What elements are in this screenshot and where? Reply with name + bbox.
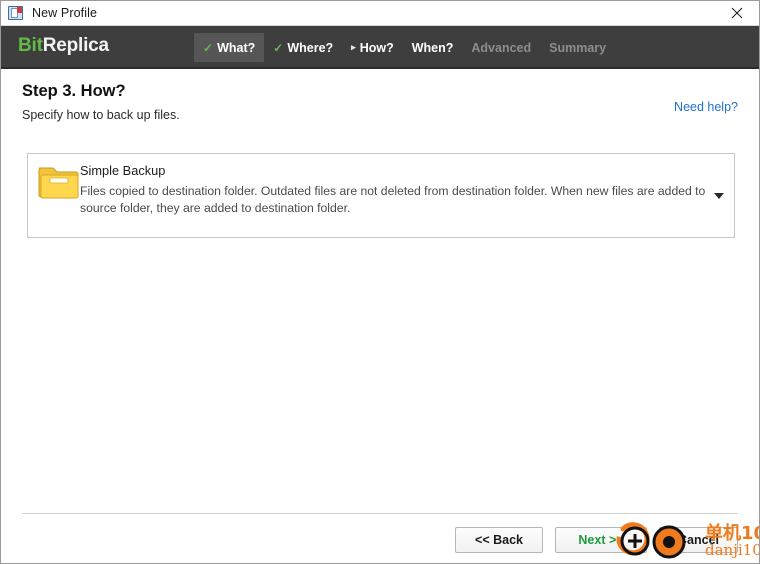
need-help-link[interactable]: Need help? xyxy=(674,100,738,114)
page-subtitle: Specify how to back up files. xyxy=(22,108,180,122)
nav-item-how[interactable]: ▸ How? xyxy=(342,33,403,62)
titlebar: New Profile xyxy=(1,1,759,26)
nav-item-summary-label: Summary xyxy=(549,40,607,55)
footer-divider xyxy=(22,513,738,514)
window-title: New Profile xyxy=(32,6,98,20)
new-profile-window: New Profile BitReplica ✓ What? ✓ Where? … xyxy=(0,0,760,564)
check-icon: ✓ xyxy=(273,40,284,55)
nav-item-when[interactable]: When? xyxy=(403,33,463,62)
close-icon[interactable] xyxy=(715,1,759,25)
backup-mode-option[interactable]: Simple Backup Files copied to destinatio… xyxy=(27,153,735,238)
option-description: Files copied to destination folder. Outd… xyxy=(80,184,706,215)
page-title: Step 3. How? xyxy=(22,82,126,100)
chevron-down-icon[interactable] xyxy=(714,193,724,199)
nav-item-when-label: When? xyxy=(411,40,454,55)
nav-item-advanced-label: Advanced xyxy=(471,40,532,55)
check-icon: ✓ xyxy=(203,40,214,55)
caret-right-icon: ▸ xyxy=(351,42,356,52)
app-header: BitReplica ✓ What? ✓ Where? ▸ How? When?… xyxy=(1,26,759,69)
option-title: Simple Backup xyxy=(80,163,166,178)
profile-window-icon xyxy=(8,5,24,21)
nav-item-what-label: What? xyxy=(217,40,256,55)
wizard-nav: ✓ What? ✓ Where? ▸ How? When? Advanced S… xyxy=(194,26,615,69)
nav-item-where[interactable]: ✓ Where? xyxy=(264,33,342,62)
next-button[interactable]: Next >> xyxy=(555,527,647,553)
folder-icon xyxy=(37,163,79,199)
brand-logo-first: Bit xyxy=(18,35,43,56)
nav-item-how-label: How? xyxy=(359,40,394,55)
back-button[interactable]: << Back xyxy=(455,527,543,553)
cancel-button[interactable]: Cancel xyxy=(659,527,738,553)
brand-logo: BitReplica xyxy=(18,35,109,57)
nav-item-advanced[interactable]: Advanced xyxy=(462,33,540,62)
nav-item-where-label: Where? xyxy=(287,40,334,55)
nav-item-what[interactable]: ✓ What? xyxy=(194,33,265,62)
nav-item-summary[interactable]: Summary xyxy=(540,33,615,62)
brand-logo-second: Replica xyxy=(42,35,109,56)
